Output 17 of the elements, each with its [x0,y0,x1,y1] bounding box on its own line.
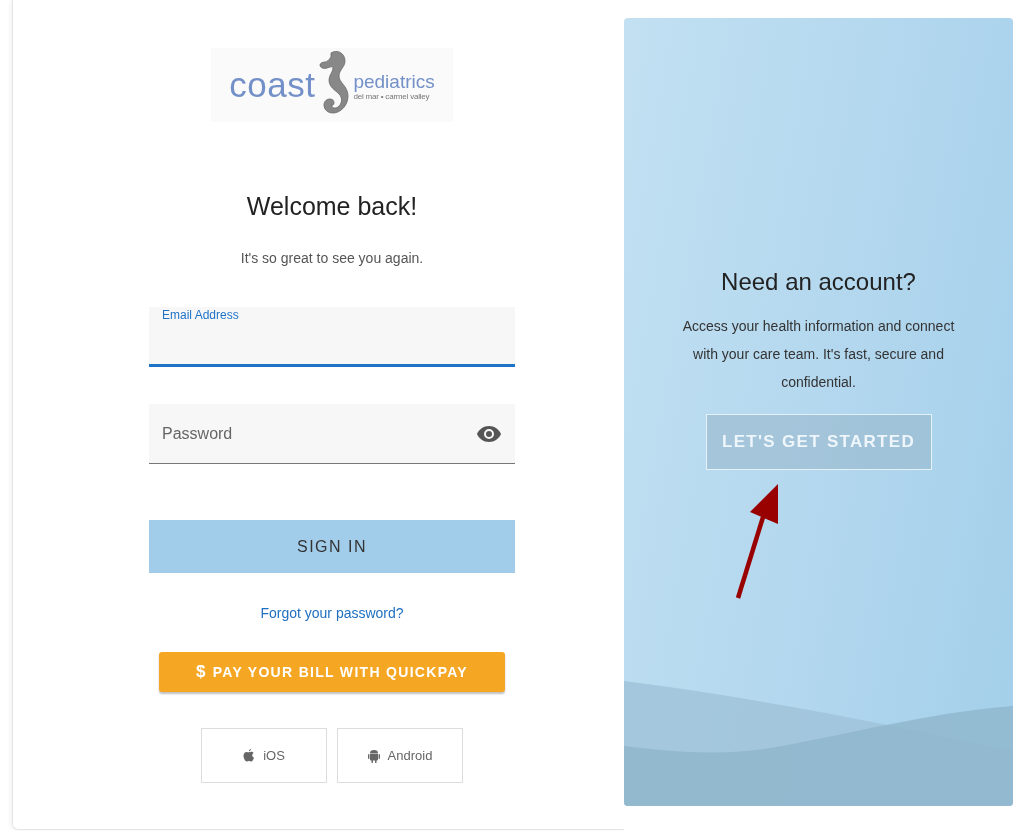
apple-icon [243,748,256,763]
app-store-button[interactable]: iOS [201,728,327,783]
app-store-button[interactable]: Android [337,728,463,783]
password-field[interactable]: Password [149,404,515,464]
robot-icon [367,748,380,763]
logo-tagline: del mar • carmel valley [353,92,430,102]
welcome-subtitle: It's so great to see you again. [240,249,424,267]
forgot-password-link[interactable]: Forgot your password? [260,605,404,621]
signup-title: Need an account? [721,267,916,297]
logo-word: pediatrics [353,72,435,92]
logo-word: coast [229,65,316,105]
signup-text: Access your health information and connect with your care team. It's fast, secure and confidential. [681,317,956,392]
sign-in-button[interactable]: SIGN IN [149,520,515,573]
welcome-title: Welcome back! [246,191,418,222]
field-label: Email Address [162,308,239,322]
eye-icon[interactable] [477,425,501,442]
email-field[interactable]: Email Address [149,307,515,367]
